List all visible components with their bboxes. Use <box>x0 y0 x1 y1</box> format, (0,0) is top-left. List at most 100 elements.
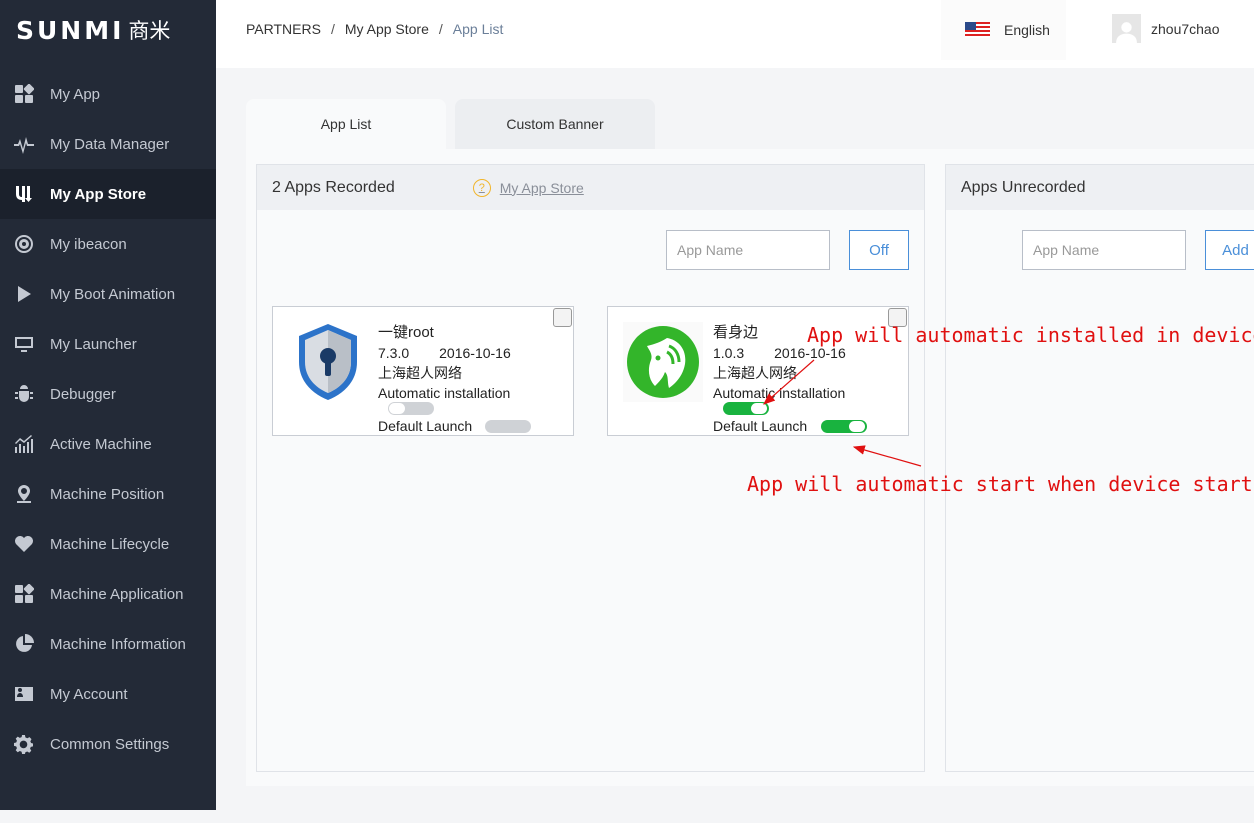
sidebar-item-label: My App <box>50 85 101 103</box>
question-icon: ? <box>472 178 491 197</box>
sidebar-item-label: My Account <box>50 685 128 703</box>
auto-install-toggle[interactable] <box>388 402 434 415</box>
sidebar-item-my-ibeacon[interactable]: My ibeacon <box>0 219 216 269</box>
sidebar-item-my-boot-animation[interactable]: My Boot Animation <box>0 269 216 319</box>
beacon-icon <box>14 234 34 254</box>
username: zhou7chao <box>1151 20 1220 37</box>
avatar <box>1112 14 1141 43</box>
sidebar-item-label: My Launcher <box>50 335 137 353</box>
auto-install-label: Automatic installation <box>378 385 511 401</box>
sidebar-item-my-data-manager[interactable]: My Data Manager <box>0 119 216 169</box>
breadcrumb-app-list: App List <box>452 21 504 37</box>
sidebar-item-my-app-store[interactable]: My App Store <box>0 169 216 219</box>
location-pin-icon <box>14 484 34 504</box>
auto-install-label: Automatic installation <box>713 385 846 401</box>
app-publisher: 上海超人网络 <box>713 365 797 381</box>
sidebar-item-machine-lifecycle[interactable]: Machine Lifecycle <box>0 519 216 569</box>
language-label: English <box>1004 22 1050 38</box>
language-selector[interactable]: English <box>941 0 1066 60</box>
tab-custom-banner[interactable]: Custom Banner <box>455 99 655 149</box>
sidebar-item-label: Active Machine <box>50 435 152 453</box>
sidebar-item-active-machine[interactable]: Active Machine <box>0 419 216 469</box>
sidebar-item-machine-position[interactable]: Machine Position <box>0 469 216 519</box>
my-app-store-help-link[interactable]: ? My App Store <box>472 178 584 197</box>
breadcrumb-partners[interactable]: PARTNERS <box>246 21 321 37</box>
app-publisher: 上海超人网络 <box>378 365 462 381</box>
logo-cn: 商米 <box>128 19 171 43</box>
shield-keyhole-icon <box>288 322 368 402</box>
horse-logo-icon <box>623 322 703 402</box>
tab-body: 2 Apps Recorded ? My App Store Off <box>246 149 1254 786</box>
sidebar: SUNMI 商米 My App My Data Manager My App S… <box>0 0 216 810</box>
apps-recorded-panel: 2 Apps Recorded ? My App Store Off <box>256 164 925 772</box>
app-version: 1.0.3 <box>713 345 745 361</box>
tab-app-list[interactable]: App List <box>246 99 446 149</box>
grid-icon <box>14 84 34 104</box>
sidebar-item-machine-application[interactable]: Machine Application <box>0 569 216 619</box>
sidebar-item-label: My ibeacon <box>50 235 127 253</box>
toggle-knob <box>751 403 767 414</box>
us-flag-icon <box>965 22 990 38</box>
app-name-search-input[interactable] <box>666 230 830 270</box>
app-name-search-input[interactable] <box>1022 230 1186 270</box>
app-card: 一键root 7.3.0 2016-10-16 上海超人网络 Automatic … <box>272 306 574 436</box>
auto-install-toggle[interactable] <box>723 402 769 415</box>
play-icon <box>14 284 34 304</box>
app-date: 2016-10-16 <box>439 345 511 361</box>
off-button[interactable]: Off <box>849 230 909 270</box>
default-launch-toggle[interactable] <box>821 420 867 433</box>
annotation-start: App will automatic start when device sta… <box>747 472 1253 496</box>
user-menu[interactable]: zhou7chao <box>1112 14 1220 43</box>
breadcrumb-separator: / <box>438 21 443 37</box>
main-content: App List Custom Banner 2 Apps Recorded ?… <box>246 99 1254 786</box>
default-launch-label: Default Launch <box>378 418 473 434</box>
select-checkbox[interactable] <box>553 308 572 327</box>
id-card-icon <box>14 684 34 704</box>
monitor-icon <box>14 334 34 354</box>
sidebar-item-label: My App Store <box>50 185 147 203</box>
gear-icon <box>14 734 34 754</box>
app-info: 一键root 7.3.0 2016-10-16 上海超人网络 Automatic … <box>378 323 511 403</box>
sidebar-item-label: Machine Position <box>50 485 165 503</box>
apps-unrecorded-panel: Apps Unrecorded Add <box>945 164 1254 772</box>
top-header: PARTNERS / My App Store / App List English z… <box>216 0 1254 68</box>
sidebar-item-my-launcher[interactable]: My Launcher <box>0 319 216 369</box>
sidebar-item-label: Common Settings <box>50 735 170 753</box>
panel-title: Apps Unrecorded <box>961 178 1086 196</box>
grid-icon <box>14 584 34 604</box>
bar-chart-icon <box>14 434 34 454</box>
app-version: 7.3.0 <box>378 345 410 361</box>
sidebar-item-machine-information[interactable]: Machine Information <box>0 619 216 669</box>
sidebar-item-label: Machine Lifecycle <box>50 535 170 553</box>
breadcrumb: PARTNERS / My App Store / App List <box>246 21 503 37</box>
store-icon <box>14 184 34 204</box>
sidebar-item-label: My Data Manager <box>50 135 170 153</box>
panel-title: 2 Apps Recorded <box>272 178 395 196</box>
toggle-knob <box>849 421 865 432</box>
sidebar-nav: My App My Data Manager My App Store My i… <box>0 69 216 769</box>
sidebar-item-my-account[interactable]: My Account <box>0 669 216 719</box>
breadcrumb-my-app-store[interactable]: My App Store <box>345 21 429 37</box>
heart-pulse-icon <box>14 534 34 554</box>
annotation-install: App will automatic installed in device <box>807 323 1254 347</box>
sidebar-item-label: Machine Information <box>50 635 186 653</box>
default-launch-label: Default Launch <box>713 418 808 434</box>
sidebar-item-label: My Boot Animation <box>50 285 176 303</box>
toggle-knob <box>389 403 405 414</box>
sidebar-item-debugger[interactable]: Debugger <box>0 369 216 419</box>
help-link-label: My App Store <box>499 179 584 196</box>
breadcrumb-separator: / <box>330 21 335 37</box>
sidebar-item-label: Debugger <box>50 385 116 403</box>
pulse-icon <box>14 134 34 154</box>
sidebar-item-common-settings[interactable]: Common Settings <box>0 719 216 769</box>
sidebar-item-label: Machine Application <box>50 585 184 603</box>
pie-icon <box>14 634 34 654</box>
add-button[interactable]: Add <box>1205 230 1254 270</box>
bug-icon <box>14 384 34 404</box>
sidebar-item-my-app[interactable]: My App <box>0 69 216 119</box>
logo-text: SUNMI <box>16 15 125 45</box>
panel-header: Apps Unrecorded <box>946 165 1254 210</box>
default-launch-toggle[interactable] <box>485 420 531 433</box>
panel-header: 2 Apps Recorded ? My App Store <box>257 165 924 210</box>
sunmi-logo[interactable]: SUNMI 商米 <box>0 0 216 60</box>
